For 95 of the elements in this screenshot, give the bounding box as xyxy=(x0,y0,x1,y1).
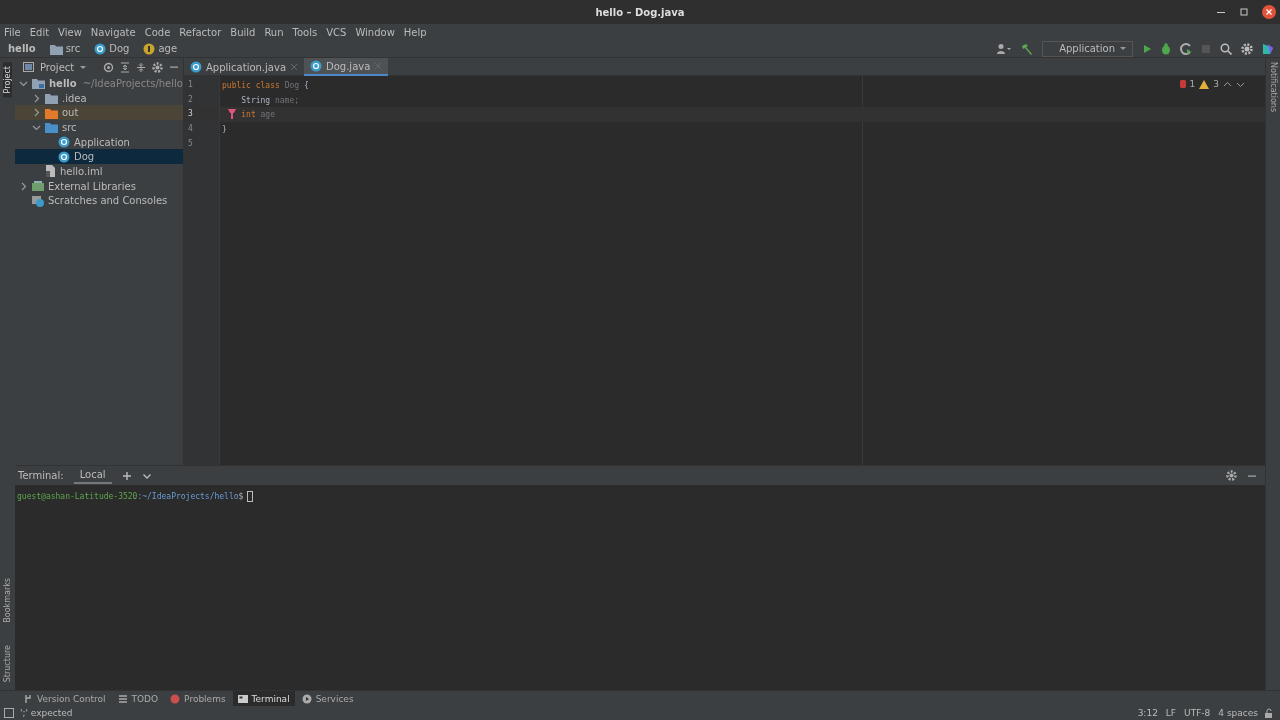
code-line: int age xyxy=(240,110,275,120)
tool-window-tab[interactable]: Structure xyxy=(3,640,12,686)
editor-tab[interactable]: Application.java xyxy=(184,58,304,76)
class-icon xyxy=(190,61,202,73)
vcs-icon xyxy=(23,693,33,704)
terminal-tab[interactable]: Local xyxy=(73,467,112,484)
error-count[interactable]: 1 xyxy=(1189,79,1196,89)
run-configuration-dropdown[interactable]: Application xyxy=(1042,40,1133,57)
tool-window-button[interactable]: TODO xyxy=(112,690,164,707)
tree-item[interactable]: hello ~/IdeaProjects/hello xyxy=(15,76,183,91)
error-icon xyxy=(1179,80,1186,88)
menu-item[interactable]: Build xyxy=(230,26,256,38)
lock-icon[interactable] xyxy=(1264,708,1274,718)
class-icon xyxy=(58,136,70,149)
class-icon xyxy=(58,150,70,163)
terminal-prompt: guest@ashan-Latitude-3520:~/IdeaProjects/hello$ xyxy=(17,492,244,501)
tool-window-button[interactable]: Problems xyxy=(165,690,231,707)
tree-item[interactable]: Application xyxy=(15,134,183,150)
terminal-icon xyxy=(237,693,248,704)
settings-icon[interactable] xyxy=(152,61,163,73)
coverage-icon[interactable] xyxy=(1180,42,1192,55)
tree-item[interactable]: Scratches and Consoles xyxy=(15,193,183,209)
code-line: String name; xyxy=(240,95,300,105)
status-item[interactable]: 4 spaces xyxy=(1218,708,1258,718)
tree-item[interactable]: src xyxy=(15,120,183,135)
collapse-all-icon[interactable] xyxy=(136,61,146,73)
tool-window-tab[interactable]: Project xyxy=(3,62,12,98)
chevron-right-icon[interactable] xyxy=(32,93,41,103)
library-icon xyxy=(32,180,44,193)
module-folder-icon xyxy=(32,77,45,90)
user-icon[interactable] xyxy=(996,42,1013,55)
tool-window-button[interactable]: Services xyxy=(296,690,359,707)
editor-tab[interactable]: Dog.java xyxy=(304,58,389,76)
tool-window-button[interactable]: Version Control xyxy=(18,690,111,707)
class-icon xyxy=(310,60,322,72)
folder-icon xyxy=(49,42,63,55)
breadcrumb[interactable]: Dog xyxy=(94,42,130,55)
menu-item[interactable]: View xyxy=(58,26,82,38)
menu-item[interactable]: VCS xyxy=(326,26,347,38)
locate-icon[interactable] xyxy=(103,61,114,73)
settings-icon[interactable] xyxy=(1226,470,1237,481)
todo-icon xyxy=(117,693,128,704)
tree-item[interactable]: out xyxy=(15,105,183,121)
search-icon[interactable] xyxy=(1220,42,1232,55)
menu-item[interactable]: Navigate xyxy=(90,26,136,38)
chevron-right-icon[interactable] xyxy=(19,181,28,191)
menu-item[interactable]: Help xyxy=(403,26,427,38)
warning-icon xyxy=(1199,79,1210,89)
status-item[interactable]: LF xyxy=(1165,708,1177,718)
panel-icon xyxy=(23,62,34,72)
bug-icon[interactable] xyxy=(1161,42,1171,55)
menu-item[interactable]: Refactor xyxy=(179,26,222,38)
panel-title[interactable]: Project xyxy=(40,61,75,73)
status-item[interactable]: 3:12 xyxy=(1137,708,1158,718)
run-icon[interactable] xyxy=(1142,43,1152,54)
status-message: ';' expected xyxy=(20,708,73,718)
chevron-right-icon[interactable] xyxy=(32,108,41,118)
tool-window-tab[interactable]: Bookmarks xyxy=(3,574,12,627)
expand-all-icon[interactable] xyxy=(120,61,130,73)
status-item[interactable]: UTF-8 xyxy=(1184,708,1211,718)
hammer-icon[interactable] xyxy=(1021,42,1034,55)
problems-icon xyxy=(170,693,181,704)
close-icon[interactable] xyxy=(1262,5,1276,19)
tree-item[interactable]: .idea xyxy=(15,90,183,106)
text-cursor xyxy=(247,491,254,502)
chevron-up-icon[interactable] xyxy=(1223,79,1232,89)
tool-window-tab[interactable]: Notifications xyxy=(1268,58,1278,117)
class-icon xyxy=(94,42,107,55)
logo-icon[interactable] xyxy=(1262,42,1274,55)
warning-count[interactable]: 3 xyxy=(1213,79,1219,89)
breadcrumb[interactable]: src xyxy=(49,42,81,55)
breadcrumb[interactable]: hello xyxy=(8,43,36,54)
menu-item[interactable]: File xyxy=(4,26,21,38)
code-line: } xyxy=(222,124,227,134)
tree-item[interactable]: External Libraries xyxy=(15,178,183,194)
breadcrumb[interactable]: age xyxy=(143,42,178,55)
maximize-icon[interactable] xyxy=(1239,7,1249,17)
menu-item[interactable]: Edit xyxy=(29,26,50,38)
tree-item[interactable]: Dog xyxy=(15,149,183,165)
terminal-title: Terminal: xyxy=(18,470,64,481)
tree-item[interactable]: hello.iml xyxy=(15,164,183,179)
scratches-icon xyxy=(32,194,44,207)
window-title: hello – Dog.java xyxy=(595,6,685,18)
line-gutter: 1 2 3 4 5 xyxy=(184,76,220,465)
menu-item[interactable]: Run xyxy=(264,26,284,38)
code-line: public class Dog { xyxy=(222,80,309,90)
menu-item[interactable]: Window xyxy=(355,26,395,38)
plus-icon[interactable] xyxy=(121,470,132,481)
panel-toggle-icon[interactable] xyxy=(4,708,14,718)
tool-window-button[interactable]: Terminal xyxy=(232,690,295,707)
settings-icon[interactable] xyxy=(1241,42,1253,55)
menu-item[interactable]: Tools xyxy=(292,26,318,38)
menu-item[interactable]: Code xyxy=(144,26,171,38)
folder-icon xyxy=(45,106,58,119)
file-icon xyxy=(45,165,56,178)
